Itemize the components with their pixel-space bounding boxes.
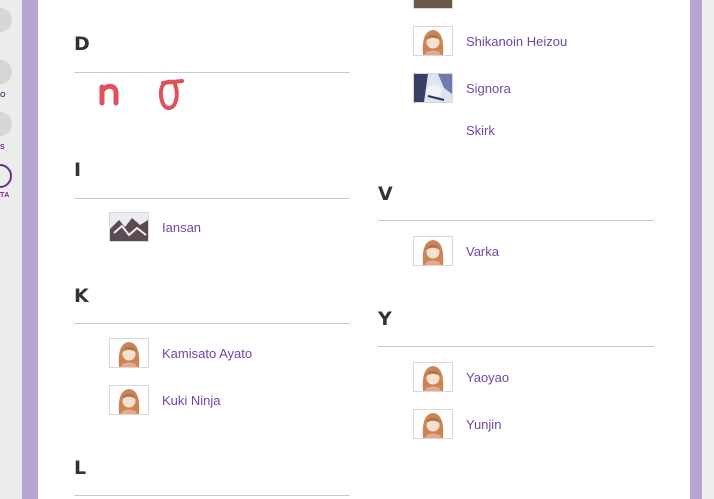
character-link-signora[interactable]: Signora xyxy=(413,73,511,103)
nav-button-1[interactable] xyxy=(0,8,12,32)
nav-button-2[interactable] xyxy=(0,60,12,84)
character-name: Shikanoin Heizou xyxy=(466,33,568,49)
character-link-yunjin[interactable]: Yunjin xyxy=(413,409,501,439)
avatar-icon xyxy=(413,236,453,266)
section-heading-l: L xyxy=(74,457,87,479)
character-link-iansan[interactable]: Iansan xyxy=(109,212,201,242)
section-divider xyxy=(378,346,654,347)
character-name: Kamisato Ayato xyxy=(162,345,253,361)
section-heading-i: I xyxy=(74,159,82,181)
character-name: Signora xyxy=(466,80,511,96)
section-heading-d: D xyxy=(74,33,90,55)
nav-button-active[interactable] xyxy=(0,164,12,188)
avatar-icon xyxy=(109,338,149,368)
avatar-icon xyxy=(413,362,453,392)
character-index: D I Iansan K Kamisato Ayato Kuki Ninja L… xyxy=(38,0,690,499)
character-thumbnail-placeholder xyxy=(413,115,453,145)
nav-label-2: S xyxy=(0,144,6,151)
character-thumbnail xyxy=(413,73,453,103)
section-divider xyxy=(74,323,350,324)
character-link-yaoyao[interactable]: Yaoyao xyxy=(413,362,509,392)
character-link-skirk[interactable]: Skirk xyxy=(413,115,495,145)
character-name: Yaoyao xyxy=(466,369,510,385)
character-name: Iansan xyxy=(162,219,202,235)
section-divider xyxy=(378,220,654,221)
side-navigation: O S TA xyxy=(0,0,22,499)
nav-label-3: TA xyxy=(0,192,10,199)
nav-button-3[interactable] xyxy=(0,112,12,136)
section-divider xyxy=(74,495,350,496)
avatar-icon xyxy=(413,409,453,439)
avatar-icon xyxy=(413,26,453,56)
section-divider xyxy=(74,198,350,199)
character-link-shikanoin-heizou[interactable]: Shikanoin Heizou xyxy=(413,26,567,56)
scrollbar-track[interactable] xyxy=(702,0,714,499)
character-name: Kuki Ninja xyxy=(162,392,221,408)
character-name: Skirk xyxy=(466,122,495,138)
nav-label-1: O xyxy=(0,92,6,99)
section-heading-v: V xyxy=(378,183,393,205)
avatar-icon xyxy=(109,385,149,415)
character-link-kamisato-ayato[interactable]: Kamisato Ayato xyxy=(109,338,252,368)
character-name: Varka xyxy=(466,243,499,259)
section-heading-y: Y xyxy=(378,308,392,330)
top-cut-thumb xyxy=(413,0,453,9)
character-thumbnail xyxy=(109,212,149,242)
character-link-varka[interactable]: Varka xyxy=(413,236,499,266)
right-frame xyxy=(690,0,714,499)
section-divider xyxy=(74,72,350,73)
character-name: Yunjin xyxy=(466,416,502,432)
character-link-kuki-ninja[interactable]: Kuki Ninja xyxy=(109,385,221,415)
section-heading-k: K xyxy=(74,285,89,307)
handwritten-scribble xyxy=(99,79,184,111)
